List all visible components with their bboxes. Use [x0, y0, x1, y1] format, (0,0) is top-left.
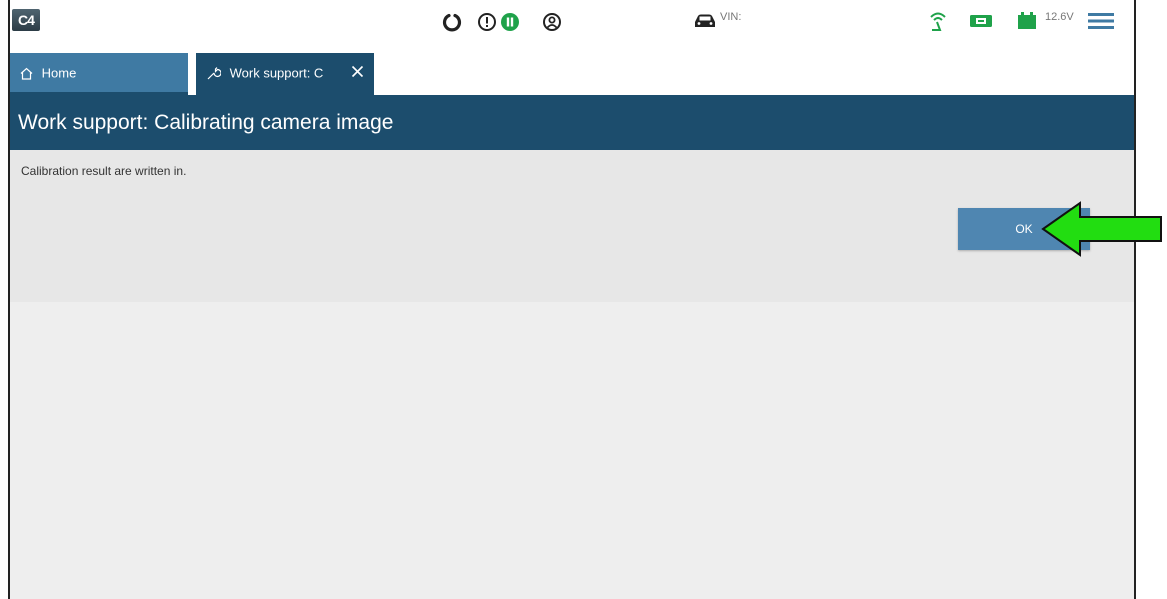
tab-work-support[interactable]: Work support: C [196, 53, 374, 95]
tab-bar: Home Work support: C [10, 53, 1134, 95]
pointer-arrow-icon [1041, 201, 1162, 257]
car-icon [695, 14, 715, 27]
battery-icon [1018, 12, 1036, 29]
message-panel: Calibration result are written in. OK [10, 150, 1134, 302]
home-icon [20, 67, 33, 80]
status-bar: C4 VIN: 12.6V [10, 0, 1134, 50]
wrench-icon [207, 67, 221, 80]
user-icon[interactable] [542, 12, 562, 32]
alert-icon[interactable] [477, 12, 497, 32]
close-icon[interactable] [351, 65, 364, 78]
vi-connection-icon[interactable] [969, 13, 993, 29]
app-window: C4 VIN: 12.6V Home Work support: C Work … [8, 0, 1136, 599]
app-logo: C4 [12, 9, 40, 31]
tab-work-support-label: Work support: C [229, 65, 324, 81]
page-title: Work support: Calibrating camera image [10, 95, 1134, 150]
refresh-icon[interactable] [442, 12, 462, 32]
calibration-message: Calibration result are written in. [21, 164, 187, 178]
menu-icon[interactable] [1088, 12, 1114, 30]
voltage-readout: 12.6V [1045, 11, 1074, 23]
tab-home-label: Home [41, 65, 77, 81]
pause-icon[interactable] [500, 12, 520, 32]
content-area: Calibration result are written in. OK [10, 150, 1134, 599]
tab-home[interactable]: Home [10, 53, 188, 95]
vin-label: VIN: [720, 11, 742, 23]
wireless-icon[interactable] [928, 10, 948, 32]
